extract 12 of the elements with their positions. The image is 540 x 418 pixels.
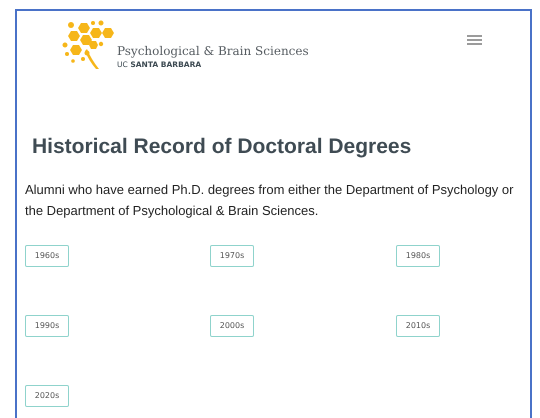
decade-button[interactable]: 1980s	[396, 244, 440, 266]
decade-button[interactable]: 2000s	[210, 314, 254, 336]
intro-text: Alumni who have earned Ph.D. degrees from either the Department of Psychology or the Department of Psychological & Brain Sciences.	[25, 181, 514, 220]
logo-icon	[61, 19, 117, 71]
decade-button[interactable]: 1970s	[210, 244, 254, 266]
department-name: Psychological & Brain Sciences	[117, 44, 309, 58]
page-heading: Historical Record of Doctoral Degrees	[32, 135, 412, 159]
decade-button[interactable]: 1960s	[25, 244, 69, 266]
decade-button[interactable]: 1990s	[25, 314, 69, 336]
decade-button[interactable]: 2020s	[25, 384, 69, 406]
menu-icon[interactable]	[467, 35, 482, 45]
decade-button[interactable]: 2010s	[396, 314, 440, 336]
